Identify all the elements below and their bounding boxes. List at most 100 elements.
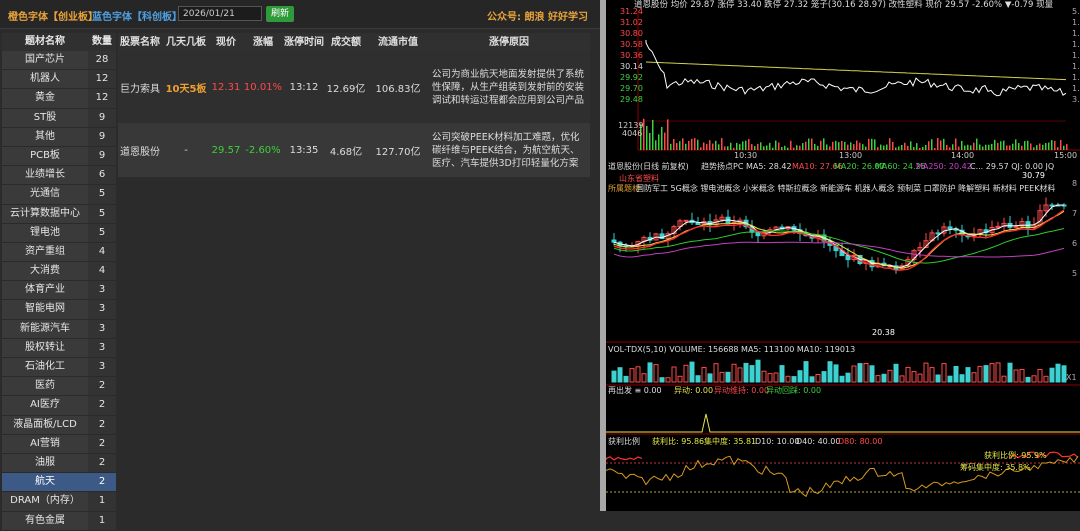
- intraday-volume-bar: [859, 142, 861, 150]
- sector-row[interactable]: ST股 9: [2, 108, 116, 128]
- intraday-volume-bar: [883, 145, 885, 150]
- stock-row[interactable]: 巨力索具 10天5板 12.31 10.01% 13:12 12.69亿 106…: [118, 51, 590, 123]
- volume-bar: [833, 364, 839, 383]
- refresh-button[interactable]: 刷新: [266, 6, 294, 22]
- intraday-volume-bar: [823, 138, 825, 150]
- intraday-volume-bar: [1036, 145, 1038, 150]
- volume-bar: [935, 374, 941, 383]
- sector-row[interactable]: 石油化工 3: [2, 358, 116, 378]
- intraday-volume-bar: [796, 145, 798, 150]
- sector-count: 3: [88, 300, 116, 319]
- profit-d40: D40: 40.00: [796, 437, 840, 446]
- intraday-volume-bar: [964, 145, 966, 150]
- sector-row[interactable]: 其他 9: [2, 127, 116, 147]
- volume-bar: [689, 361, 695, 383]
- volume-bar: [983, 365, 989, 383]
- sector-row[interactable]: 新能源汽车 3: [2, 319, 116, 339]
- sector-name: 资产重组: [2, 242, 88, 262]
- sector-row[interactable]: AI营销 2: [2, 434, 116, 454]
- chart-svg[interactable]: 道恩股份 均价 29.87 涨停 33.40 跌停 27.32 笼子(30.16…: [606, 0, 1080, 511]
- ma5-line: [613, 204, 1064, 268]
- sector-row[interactable]: 液晶面板/LCD 2: [2, 415, 116, 435]
- intraday-volume-bar: [1009, 145, 1011, 150]
- intraday-volume-bar: [658, 134, 660, 150]
- intraday-volume-bar: [901, 144, 903, 150]
- volume-bar: [1025, 376, 1031, 383]
- sector-row[interactable]: 有色金属 1: [2, 511, 116, 531]
- price-axis-label: 30.36: [620, 51, 643, 60]
- intraday-volume-bar: [751, 144, 753, 150]
- intraday-volume-bar: [991, 143, 993, 150]
- intraday-volume-bar: [811, 138, 813, 150]
- sector-name: 体育产业: [2, 281, 88, 300]
- intraday-volume-bar: [1057, 147, 1059, 150]
- intraday-volume-bar: [760, 142, 762, 150]
- sector-row[interactable]: 大消费 4: [2, 262, 116, 282]
- sector-row[interactable]: DRAM（内存） 1: [2, 492, 116, 512]
- sector-count: 3: [88, 358, 116, 377]
- intraday-volume-bar: [664, 132, 666, 150]
- kline-stock-label: 道恩股份(日线 前复权): [608, 161, 689, 171]
- sector-count: 9: [88, 146, 116, 166]
- intraday-volume-bar: [706, 144, 708, 150]
- volume-bar: [671, 366, 677, 383]
- intraday-volume-bar: [886, 144, 888, 150]
- candle-body: [683, 219, 689, 222]
- sector-row[interactable]: 智能电网 3: [2, 300, 116, 320]
- sector-count: 5: [88, 185, 116, 204]
- public-account-label: 公众号: 朗浪 好好学习: [487, 12, 588, 23]
- sector-row[interactable]: 光通信 5: [2, 185, 116, 205]
- intraday-volume-bar: [895, 147, 897, 150]
- sector-table: 题材名称 数量 国产芯片 28 机器人 12 黄金 12 ST股 9 其他 9 PCB板 9 业绩增长 6…: [2, 33, 116, 531]
- volume-bar: [647, 362, 653, 383]
- sector-row[interactable]: 航天 2: [2, 473, 116, 493]
- price-axis-label: 29.48: [620, 95, 643, 104]
- intraday-volume-bar: [766, 145, 768, 150]
- percent-axis-label: 1.: [1072, 51, 1080, 60]
- volume-bar: [659, 377, 665, 383]
- sector-row[interactable]: 锂电池 5: [2, 223, 116, 243]
- date-input[interactable]: 2026/01/21: [178, 6, 262, 21]
- candle-body: [845, 255, 851, 261]
- volume-bar: [821, 371, 827, 383]
- candle-body: [947, 226, 953, 230]
- sector-row[interactable]: 业绩增长 6: [2, 166, 116, 186]
- intraday-volume-bar: [667, 119, 669, 150]
- intraday-volume-bar: [1045, 143, 1047, 150]
- sector-row[interactable]: 医药 2: [2, 377, 116, 397]
- sector-row[interactable]: 国产芯片 28: [2, 51, 116, 71]
- sector-row[interactable]: 黄金 12: [2, 89, 116, 109]
- stock-market-cap: 106.83亿: [375, 83, 421, 95]
- volume-bar: [905, 366, 911, 383]
- intraday-volume-bar: [1051, 140, 1053, 150]
- sector-row[interactable]: 体育产业 3: [2, 281, 116, 301]
- stock-chart-panel[interactable]: 道恩股份 均价 29.87 涨停 33.40 跌停 27.32 笼子(30.16…: [606, 0, 1080, 511]
- sector-name: PCB板: [2, 146, 88, 166]
- sector-count: 5: [88, 204, 116, 223]
- sector-count: 4: [88, 242, 116, 262]
- stock-row[interactable]: 道恩股份 - 29.57 -2.60% 13:35 4.68亿 127.70亿 …: [118, 123, 590, 177]
- sector-row[interactable]: PCB板 9: [2, 146, 116, 167]
- intraday-volume-bar: [814, 143, 816, 150]
- sector-row[interactable]: AI医疗 2: [2, 396, 116, 416]
- intraday-volume-bar: [754, 146, 756, 150]
- sector-count: 2: [88, 434, 116, 453]
- intraday-volume-bar: [880, 144, 882, 150]
- intraday-volume-bar: [1030, 143, 1032, 150]
- intraday-volume-bar: [862, 144, 864, 150]
- sector-row[interactable]: 云计算数据中心 5: [2, 204, 116, 224]
- intraday-volume-bar: [877, 147, 879, 150]
- sector-row[interactable]: 资产重组 4: [2, 242, 116, 263]
- stock-turnover: 4.68亿: [329, 146, 363, 158]
- sector-row[interactable]: 油服 2: [2, 453, 116, 474]
- sector-row[interactable]: 机器人 12: [2, 70, 116, 90]
- intraday-volume-bar: [790, 140, 792, 150]
- intraday-volume-bar: [982, 146, 984, 150]
- sector-row[interactable]: 股权转让 3: [2, 338, 116, 358]
- volume-bar: [755, 359, 761, 383]
- intraday-volume-bar: [943, 138, 945, 150]
- high-label: 30.79: [1022, 171, 1045, 180]
- intraday-volume-bar: [682, 138, 684, 150]
- sector-count: 3: [88, 281, 116, 300]
- sector-count: 5: [88, 223, 116, 242]
